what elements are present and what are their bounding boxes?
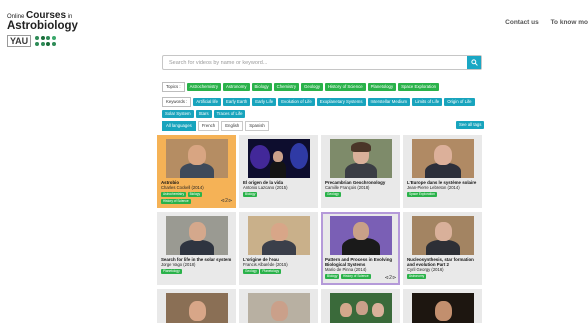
lang-all-button[interactable]: All languages <box>162 121 196 131</box>
video-thumbnail <box>247 216 310 255</box>
video-thumbnail <box>329 216 392 255</box>
video-card[interactable] <box>321 289 400 323</box>
topic-tag[interactable]: Planetology <box>367 83 397 91</box>
top-nav: Contact us To know mo <box>495 19 588 26</box>
lang-french-button[interactable]: French <box>197 121 220 131</box>
see-all-tags-button[interactable]: See all tags <box>456 121 485 129</box>
video-tag[interactable]: Geology <box>325 191 341 198</box>
lang-english-button[interactable]: English <box>221 121 244 131</box>
video-card[interactable]: Nucleosynthesis, star formation and evol… <box>403 212 482 285</box>
topic-tag[interactable]: Space Exploration <box>398 83 439 91</box>
topic-tag[interactable]: Chemistry <box>273 83 299 91</box>
video-thumbnail <box>247 139 310 178</box>
video-thumbnail <box>329 139 392 178</box>
keyword-tag[interactable]: Artificial life <box>193 98 221 106</box>
site-logo[interactable]: Online Courses in Astrobiology YAU <box>7 10 78 47</box>
expand-icon[interactable]: ⊲ 2 ⊳ <box>385 275 397 281</box>
video-tags: Geology Planetology <box>239 267 318 275</box>
video-title: Pattern and Process in Evolving Biologic… <box>325 257 393 268</box>
contact-us-link[interactable]: Contact us <box>505 19 539 26</box>
video-tags: Biology <box>239 190 318 198</box>
video-card[interactable]: Search for life in the solar system Jorg… <box>157 212 236 285</box>
search-input[interactable] <box>163 56 467 69</box>
video-thumbnail <box>247 293 310 323</box>
topic-tag[interactable]: Astronomy <box>223 83 250 91</box>
keyword-tag[interactable]: Traces of Life <box>213 110 246 118</box>
keyword-tag[interactable]: Early Life <box>252 98 277 106</box>
video-tag[interactable]: History of Science <box>340 273 371 280</box>
video-card[interactable]: L'Europe dans le système solaire Jean-Pi… <box>403 135 482 208</box>
yau-logo: YAU <box>7 35 32 47</box>
keyword-tag[interactable]: Early Earth <box>223 98 251 106</box>
video-card[interactable]: El origen de la vida Antonio Lazcano (20… <box>239 135 318 208</box>
topic-tag[interactable]: History of Science <box>325 83 366 91</box>
video-card[interactable]: Astrobio Charles Cockell (2014) Astroche… <box>157 135 236 208</box>
keyword-tag[interactable]: Exoplanetary Systems <box>316 98 366 106</box>
video-thumbnail <box>165 139 228 178</box>
search-icon <box>470 59 478 66</box>
video-thumbnail <box>411 216 474 255</box>
video-tags: Geology <box>321 190 400 198</box>
keyword-tag[interactable]: Evolution of Life <box>278 98 315 106</box>
keyword-tag[interactable]: Interstellar Medium <box>367 98 411 106</box>
keywords-label: Keywords : <box>162 97 192 107</box>
video-tag[interactable]: Biology <box>243 191 258 198</box>
video-tag[interactable]: Planetology <box>260 268 282 275</box>
video-card[interactable] <box>403 289 482 323</box>
video-card[interactable] <box>239 289 318 323</box>
keywords-row: Keywords : Artificial life Early Earth E… <box>162 97 482 118</box>
logo-mark: YAU <box>7 35 78 47</box>
video-tag[interactable]: History of Science <box>161 198 191 205</box>
video-tag[interactable]: Planetology <box>161 268 182 275</box>
video-thumbnail <box>411 293 474 323</box>
video-tag[interactable]: Space Exploration <box>407 191 437 198</box>
video-tag[interactable]: Biology <box>187 191 203 198</box>
logo-astrobiology: Astrobiology <box>7 20 78 32</box>
video-tag[interactable]: Astronomy <box>407 273 427 280</box>
video-card[interactable]: Pattern and Process in Evolving Biologic… <box>321 212 400 285</box>
topics-row: Topics : Astrochemistry Astronomy Biolog… <box>162 82 482 92</box>
topic-tag[interactable]: Astrochemistry <box>186 83 221 91</box>
video-tag[interactable]: Geology <box>243 268 259 275</box>
keyword-tag[interactable]: Origin of Life <box>444 98 475 106</box>
search-bar <box>162 55 482 70</box>
video-thumbnail <box>329 293 392 323</box>
topics-label: Topics : <box>162 82 185 92</box>
video-thumbnail <box>411 139 474 178</box>
page: Online Courses in Astrobiology YAU Conta… <box>0 0 588 323</box>
lang-spanish-button[interactable]: Spanish <box>245 121 269 131</box>
topic-tag[interactable]: Geology <box>300 83 323 91</box>
keyword-tag[interactable]: Solar System <box>162 110 194 118</box>
video-grid: Astrobio Charles Cockell (2014) Astroche… <box>157 135 482 323</box>
keyword-tag[interactable]: Stars <box>195 110 212 118</box>
video-tags: Planetology <box>157 267 236 275</box>
keyword-tag[interactable]: Limits of Life <box>412 98 443 106</box>
topic-tag[interactable]: Biology <box>251 83 272 91</box>
video-thumbnail <box>165 293 228 323</box>
video-tags: Space Exploration <box>403 190 482 198</box>
video-card[interactable] <box>157 289 236 323</box>
video-tags: Astronomy <box>403 272 482 280</box>
dots-logo-icon <box>35 36 56 46</box>
video-card[interactable]: L'origine de l'eau Francis Albarède (201… <box>239 212 318 285</box>
video-card[interactable]: Precambrian Geochronology Camille Franço… <box>321 135 400 208</box>
language-filter: All languages French English Spanish <box>162 121 482 131</box>
video-thumbnail <box>165 216 228 255</box>
expand-icon[interactable]: ⊲ 2 ⊳ <box>221 198 233 204</box>
search-button[interactable] <box>467 56 481 69</box>
video-title: Nucleosynthesis, star formation and evol… <box>407 257 474 268</box>
video-tag[interactable]: Astrochemistry <box>161 191 187 198</box>
video-tag[interactable]: Biology <box>325 273 340 280</box>
to-know-more-link[interactable]: To know mo <box>551 19 588 26</box>
